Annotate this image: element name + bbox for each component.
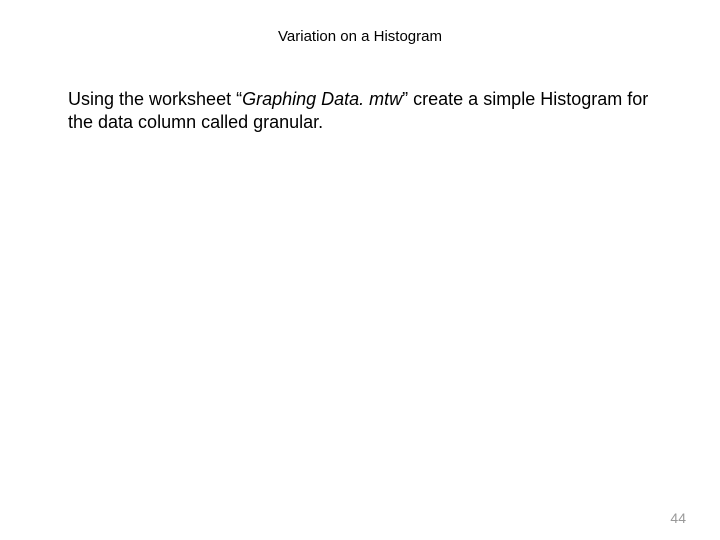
page-number: 44 bbox=[670, 510, 686, 526]
instruction-paragraph: Using the worksheet “Graphing Data. mtw”… bbox=[68, 88, 660, 135]
worksheet-filename: Graphing Data. mtw bbox=[242, 89, 402, 109]
slide-title: Variation on a Histogram bbox=[0, 0, 720, 45]
instruction-pre: Using the worksheet “ bbox=[68, 89, 242, 109]
